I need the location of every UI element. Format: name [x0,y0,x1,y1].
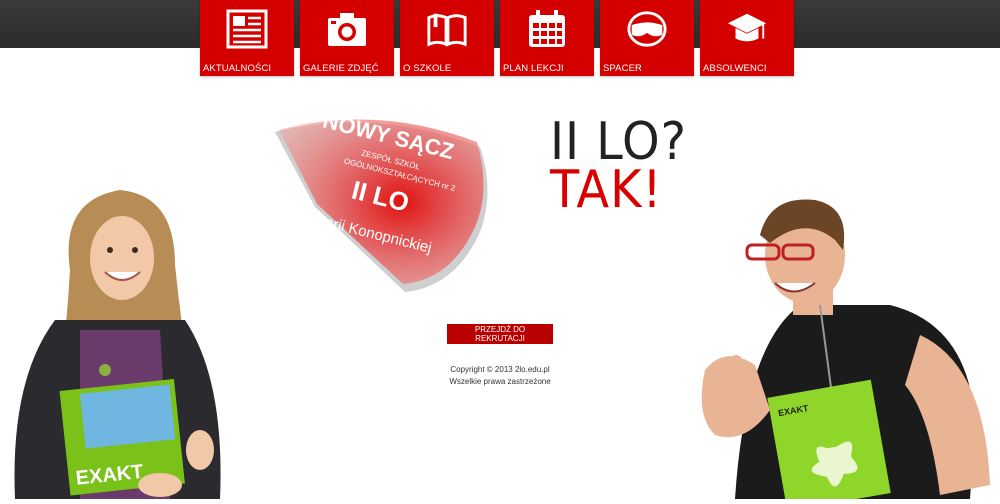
calendar-icon [526,8,568,50]
nav-item-absolwenci[interactable]: ABSOLWENCI [700,0,794,76]
nav-item-spacer[interactable]: SPACER [600,0,694,76]
student-boy-photo: EXAKT [675,195,1000,504]
nav-label: ABSOLWENCI [703,63,767,74]
nav-label: AKTUALNOŚCI [203,63,272,74]
newspaper-icon [226,8,268,50]
nav-item-o-szkole[interactable]: O SZKOLE [400,0,494,76]
main-nav: AKTUALNOŚCI GALERIE ZDJĘĆ O SZKOLE PLAN … [200,0,794,76]
headline-line2: TAK! [550,160,663,220]
nav-item-plan-lekcji[interactable]: PLAN LEKCJI [500,0,594,76]
footer: Copyright © 2013 2lo.edu.pl Wszelkie pra… [430,364,570,388]
nav-item-galerie[interactable]: GALERIE ZDJĘĆ [300,0,394,76]
camera-icon [326,8,368,50]
nav-label: O SZKOLE [403,63,452,74]
graduation-cap-icon [726,8,768,50]
nav-item-aktualnosci[interactable]: AKTUALNOŚCI [200,0,294,76]
headline-line1: II LO? [550,112,687,172]
student-girl-photo: EXAKT [10,180,230,504]
nav-label: SPACER [603,63,642,74]
book-icon [426,8,468,50]
nav-label: GALERIE ZDJĘĆ [303,63,379,74]
nav-label: PLAN LEKCJI [503,63,564,74]
recruitment-button[interactable]: PRZEJDŹ DO REKRUTACJI [447,324,553,344]
rights-text: Wszelkie prawa zastrzeżone [449,377,551,386]
vr-goggles-icon [626,8,668,50]
copyright-text: Copyright © 2013 2lo.edu.pl [450,365,550,374]
school-badge: NOWY SĄCZ ZESPÓŁ SZKÓŁ OGÓLNOKSZTAŁCĄCYC… [255,107,500,302]
